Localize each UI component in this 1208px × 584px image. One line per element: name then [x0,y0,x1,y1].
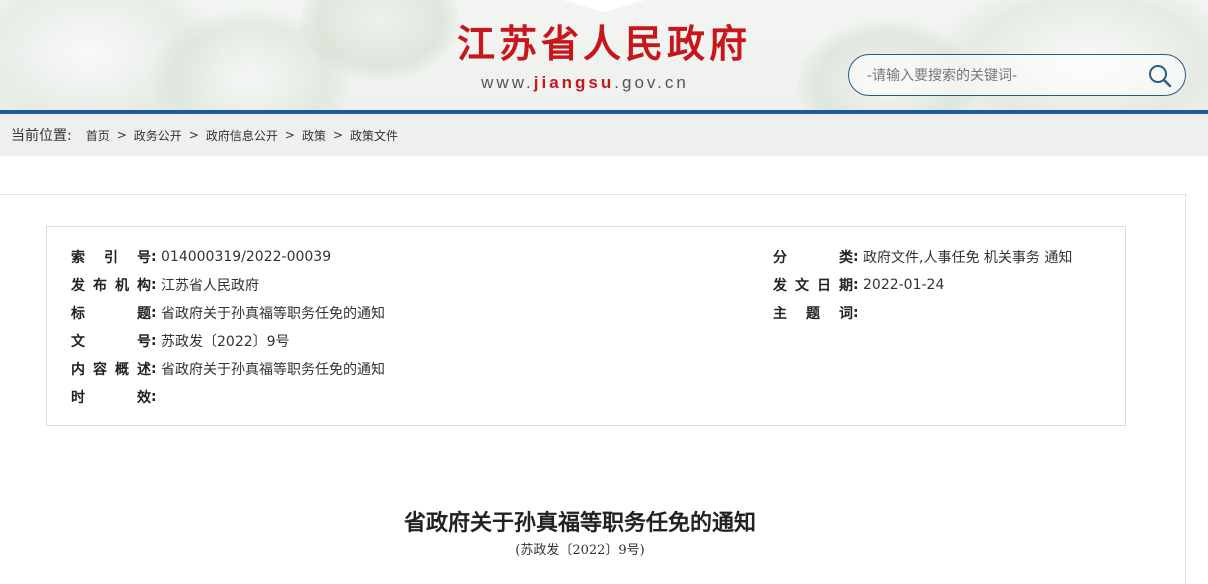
meta-key: 主题词 [773,303,853,323]
breadcrumb: 当前位置: 首页 > 政务公开 > 政府信息公开 > 政策 > 政策文件 [0,114,1208,156]
meta-key-char: 词 [839,306,853,322]
breadcrumb-separator: > [284,128,295,142]
meta-value: 省政府关于孙真福等职务任免的通知 [161,306,385,322]
meta-key: 文号 [71,331,151,351]
search-input[interactable] [867,64,1137,88]
breadcrumb-item-policy[interactable]: 政策 [302,127,326,144]
meta-key-char: 日 [817,278,831,294]
site-header: 江苏省人民政府 www.jiangsu.gov.cn [0,0,1208,110]
meta-key: 内容概述 [71,359,151,379]
meta-colon: : [151,333,157,349]
meta-value: 政府文件,人事任免 机关事务 通知 [863,250,1073,266]
meta-key-char: 期 [839,278,853,294]
breadcrumb-item-gov-affairs[interactable]: 政务公开 [134,127,182,144]
meta-value: 省政府关于孙真福等职务任免的通知 [161,362,385,378]
meta-key-char: 述 [137,362,151,378]
meta-key-char: 布 [93,278,107,294]
meta-row-category: 分类 : 政府文件,人事任免 机关事务 通知 [773,246,1072,268]
meta-key-char: 发 [773,278,787,294]
meta-key-char: 概 [115,362,129,378]
meta-colon: : [151,389,157,405]
url-suffix: .gov.cn [614,73,689,92]
meta-row-index: 索 引 号 : 014000319/2022-00039 [71,246,331,268]
meta-key-char: 内 [71,362,85,378]
breadcrumb-separator: > [188,128,199,142]
breadcrumb-separator: > [332,128,344,142]
meta-key-char: 机 [115,278,129,294]
meta-key-char: 标 [71,306,85,322]
meta-key-char: 主 [773,306,787,322]
meta-value: 014000319/2022-00039 [161,249,332,265]
document-number: (苏政发〔2022〕9号) [515,543,645,558]
meta-row-publisher: 发布机构 : 江苏省人民政府 [71,274,259,296]
meta-key-char: 引 [104,250,118,266]
meta-key-char: 题 [806,306,820,322]
meta-key-char: 号 [137,250,151,266]
meta-row-summary: 内容概述 : 省政府关于孙真福等职务任免的通知 [71,358,385,380]
meta-colon: : [853,305,859,321]
meta-value: 苏政发〔2022〕9号 [161,334,290,350]
meta-key-char: 文 [795,278,809,294]
meta-colon: : [151,361,157,377]
breadcrumb-item-info-disclosure[interactable]: 政府信息公开 [206,127,278,144]
meta-key: 时效 [71,387,151,407]
header-notch [556,0,652,12]
meta-key: 发布机构 [71,275,151,295]
meta-key-char: 文 [71,334,85,350]
meta-key-char: 类 [839,250,853,266]
meta-row-issue-date: 发文日期 : 2022-01-24 [773,274,944,296]
meta-key: 分类 [773,247,853,267]
meta-row-validity: 时效 : [71,386,161,408]
url-highlight: jiangsu [533,73,615,92]
url-prefix: www. [481,73,534,92]
meta-row-keywords: 主 题 词 : [773,302,863,324]
search-box [848,54,1186,96]
breadcrumb-item-policy-docs[interactable]: 政策文件 [350,127,398,144]
meta-key-char: 发 [71,278,85,294]
meta-colon: : [151,249,157,265]
breadcrumb-item-home[interactable]: 首页 [86,127,110,144]
meta-colon: : [853,277,859,293]
meta-key-char: 号 [137,334,151,350]
meta-key-char: 容 [93,362,107,378]
breadcrumb-separator: > [116,128,127,142]
meta-value: 2022-01-24 [863,277,945,293]
meta-key: 发文日期 [773,275,853,295]
meta-colon: : [151,305,157,321]
meta-key-char: 时 [71,390,85,406]
meta-row-doc-number: 文号 : 苏政发〔2022〕9号 [71,330,290,352]
meta-key-char: 索 [71,250,85,266]
meta-key-char: 效 [137,390,151,406]
meta-key-char: 分 [773,250,787,266]
breadcrumb-label: 当前位置: [11,128,72,144]
meta-value: 江苏省人民政府 [161,278,259,294]
document-title: 省政府关于孙真福等职务任免的通知 [403,510,756,536]
meta-key-char: 题 [137,306,151,322]
document-metadata: 索引号 : 014000319/2022-00039 发布机构 : 江苏省人民政… [46,226,1126,426]
search-icon[interactable] [1147,63,1173,89]
meta-colon: : [151,277,157,293]
meta-key-char: 构 [137,278,151,294]
meta-colon: : [853,249,859,265]
meta-row-title: 标题 : 省政府关于孙真福等职务任免的通知 [71,302,385,324]
meta-key: 标题 [71,303,151,323]
meta-key: 索引号 [71,247,151,267]
